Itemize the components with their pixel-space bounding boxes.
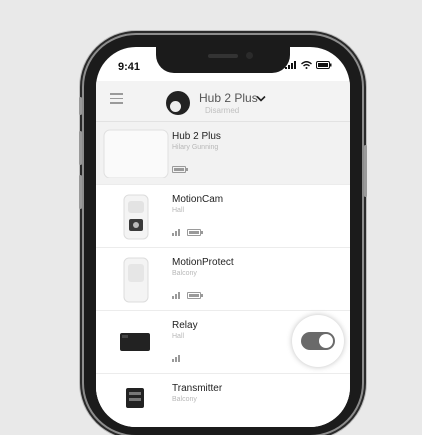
phone-side-button xyxy=(79,97,82,115)
chevron-down-icon[interactable] xyxy=(256,95,266,102)
status-icons xyxy=(285,61,332,69)
device-status xyxy=(172,355,180,362)
signal-strength-icon xyxy=(172,229,180,236)
phone-volume-up xyxy=(79,131,82,165)
device-name: MotionCam xyxy=(172,194,224,205)
relay-toggle[interactable] xyxy=(301,332,335,350)
device-item-transmitter[interactable]: Transmitter Balcony xyxy=(96,374,350,427)
device-item-hub[interactable]: Hub 2 Plus Hilary Gunning xyxy=(96,122,350,185)
cellular-signal-icon xyxy=(285,61,296,69)
hub-device-image xyxy=(103,129,169,178)
motionprotect-device-image xyxy=(123,257,149,303)
status-time: 9:41 xyxy=(118,61,141,73)
device-location: Balcony xyxy=(172,270,197,277)
device-status xyxy=(172,292,203,299)
battery-level-icon xyxy=(172,166,188,173)
device-item-motionprotect[interactable]: MotionProtect Balcony xyxy=(96,248,350,311)
wifi-icon xyxy=(301,61,312,69)
phone-frame: 9:41 Hub 2 Plus Disarmed Hub 2 Plus Hila… xyxy=(79,35,367,435)
relay-toggle-highlight xyxy=(292,315,344,367)
battery-level-icon xyxy=(186,292,203,299)
hub-avatar[interactable] xyxy=(166,91,190,115)
phone-power-button xyxy=(364,145,367,197)
relay-device-image xyxy=(120,333,150,351)
hub-status: Disarmed xyxy=(205,106,240,115)
device-item-relay[interactable]: Relay Hall xyxy=(96,311,350,374)
signal-strength-icon xyxy=(172,292,180,299)
notch xyxy=(156,47,290,73)
device-name: Relay xyxy=(172,320,198,331)
battery-icon xyxy=(316,61,332,69)
device-status xyxy=(172,166,188,173)
device-list: Hub 2 Plus Hilary Gunning MotionCam Hall xyxy=(96,122,350,427)
menu-icon[interactable] xyxy=(110,93,123,104)
device-name: MotionProtect xyxy=(172,257,234,268)
device-name: Transmitter xyxy=(172,383,223,394)
device-location: Hilary Gunning xyxy=(172,144,219,151)
hub-title[interactable]: Hub 2 Plus xyxy=(199,91,258,105)
device-name: Hub 2 Plus xyxy=(172,131,221,142)
battery-level-icon xyxy=(186,229,203,236)
front-camera xyxy=(246,52,253,59)
speaker xyxy=(208,54,238,58)
phone-volume-down xyxy=(79,175,82,209)
motioncam-device-image xyxy=(123,194,149,240)
device-location: Hall xyxy=(172,207,185,214)
phone-screen: 9:41 Hub 2 Plus Disarmed Hub 2 Plus Hila… xyxy=(96,47,350,427)
transmitter-device-image xyxy=(126,388,144,408)
device-location: Hall xyxy=(172,333,185,340)
app-header: Hub 2 Plus Disarmed xyxy=(96,81,350,122)
toggle-knob xyxy=(319,334,333,348)
device-status xyxy=(172,229,203,236)
device-item-motioncam[interactable]: MotionCam Hall xyxy=(96,185,350,248)
device-location: Balcony xyxy=(172,396,197,403)
signal-strength-icon xyxy=(172,355,180,362)
